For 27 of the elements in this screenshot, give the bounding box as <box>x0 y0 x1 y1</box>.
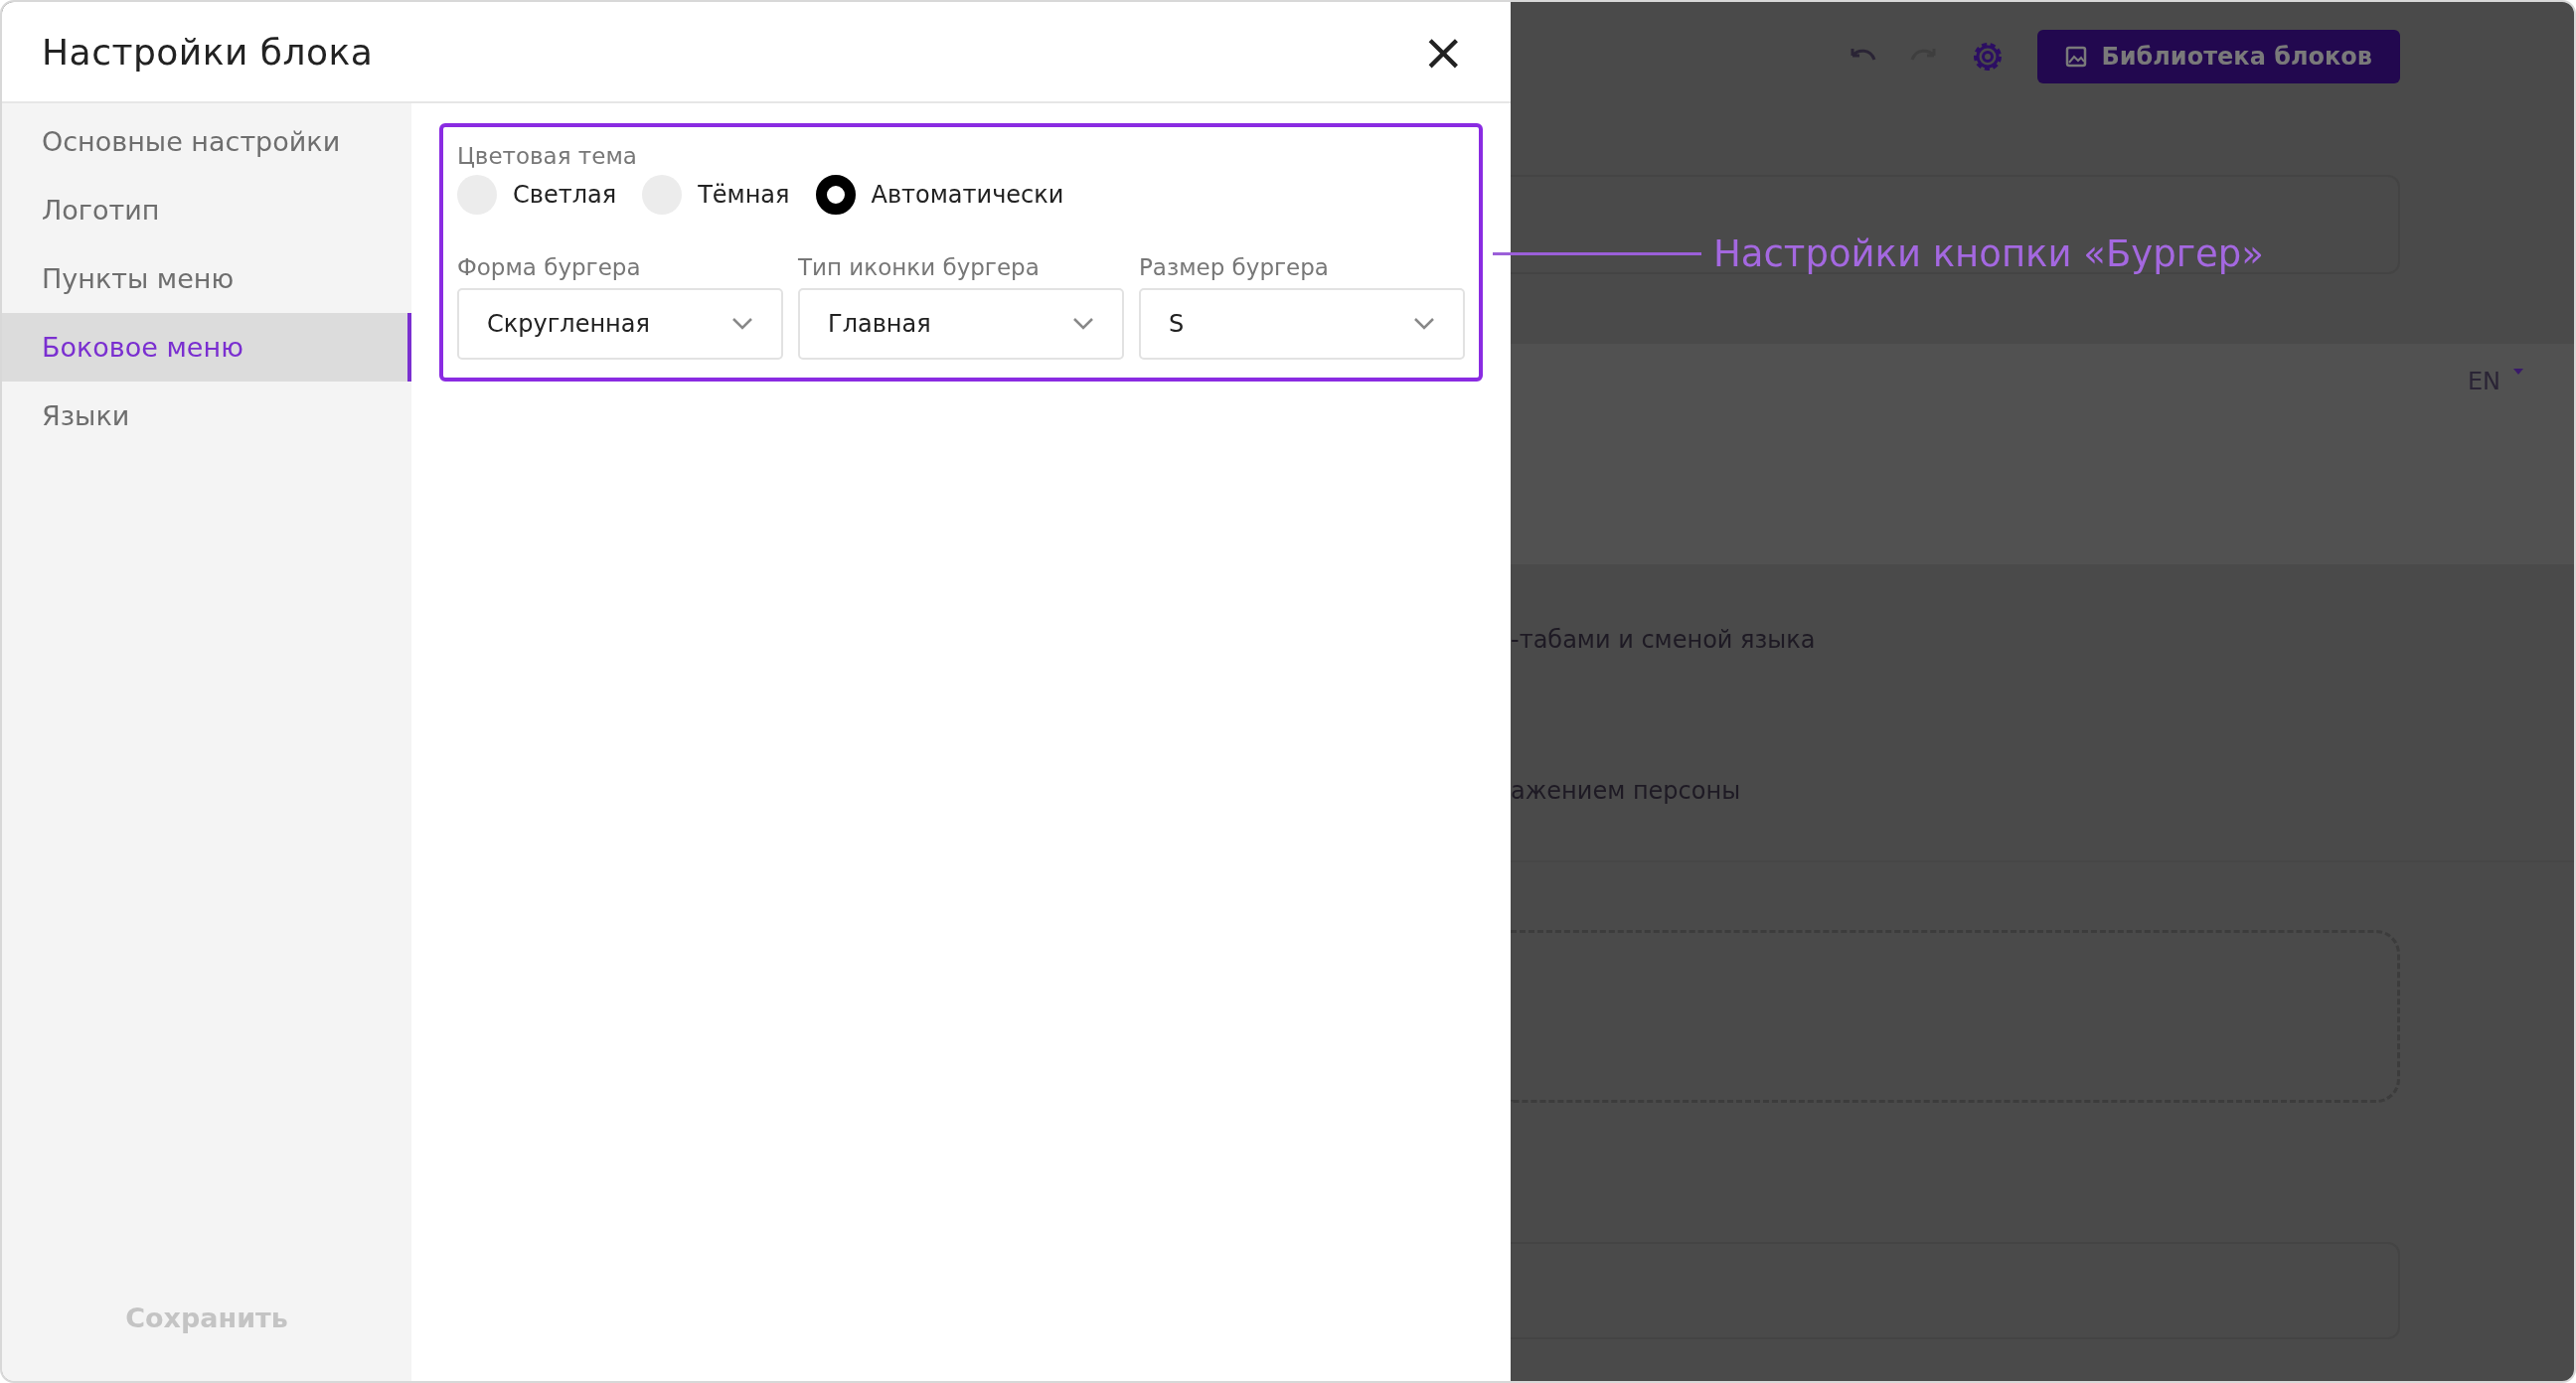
sidebar-item[interactable]: Логотип <box>2 176 411 244</box>
sidebar-item[interactable]: Основные настройки <box>2 107 411 176</box>
chevron-icon <box>1413 317 1435 331</box>
sidebar-item[interactable]: Языки <box>2 382 411 450</box>
dropdown[interactable]: S <box>1139 288 1465 360</box>
dropdown[interactable]: Скругленная <box>457 288 783 360</box>
field-label: Размер бургера <box>1139 254 1330 280</box>
caret-icon <box>2512 368 2524 376</box>
radio-option[interactable]: Светлая <box>457 175 617 215</box>
radio-label: Автоматически <box>871 181 1064 209</box>
dialog-title: Настройки блока <box>42 31 374 73</box>
radio-label: Светлая <box>513 181 617 209</box>
chevron-icon <box>731 317 753 331</box>
sidebar-item[interactable]: Боковое меню <box>2 313 411 382</box>
field-label: Тип иконки бургера <box>798 254 1041 280</box>
dropdown[interactable]: Главная <box>798 288 1124 360</box>
annotation-text: Настройки кнопки «Бургер» <box>1713 232 2264 275</box>
field-label: Цветовая тема <box>457 143 638 169</box>
field-label: Форма бургера <box>457 254 642 280</box>
radio-option[interactable]: Тёмная <box>642 175 790 215</box>
close-button[interactable]: × <box>1415 26 1471 77</box>
image-icon <box>2065 46 2088 68</box>
sidebar-item[interactable]: Пункты меню <box>2 244 411 313</box>
radio-option[interactable]: Автоматически <box>815 175 1064 215</box>
chevron-icon <box>1072 317 1094 331</box>
radio-label: Тёмная <box>698 181 790 209</box>
library-button[interactable]: Библиотека блоков <box>2037 30 2400 83</box>
